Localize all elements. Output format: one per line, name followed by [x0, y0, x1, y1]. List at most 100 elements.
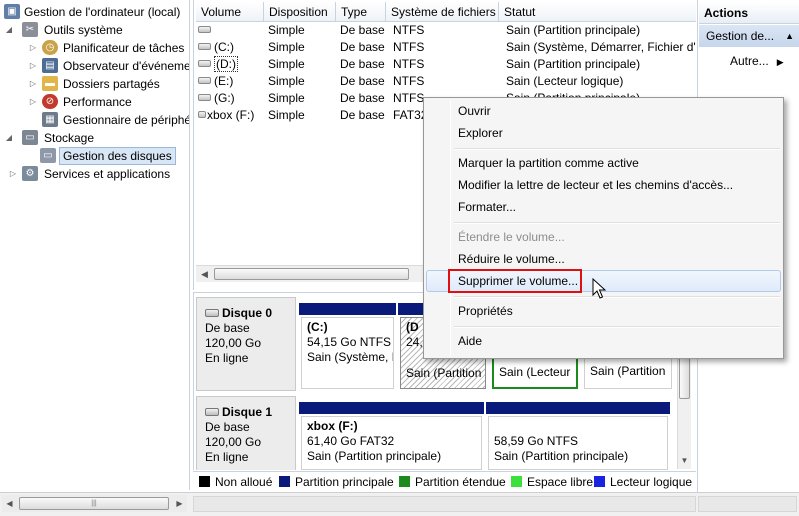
partition-name: xbox (F:)	[307, 419, 358, 433]
cell-status: Sain (Partition principale)	[506, 57, 641, 71]
disk-state: En ligne	[205, 450, 249, 464]
tree-horizontal-scrollbar[interactable]: ◀ ||| ▶	[2, 495, 187, 512]
actions-section-gestion[interactable]: Gestion de... ▲	[699, 25, 799, 47]
status-segment	[193, 496, 696, 512]
column-header-volume[interactable]: Volume	[196, 2, 264, 22]
scroll-thumb[interactable]	[679, 353, 690, 399]
column-header-fs[interactable]: Système de fichiers	[386, 2, 499, 22]
drive-icon	[198, 43, 211, 51]
partition-name: (C:)	[307, 320, 328, 334]
context-menu: Ouvrir Explorer Marquer la partition com…	[423, 97, 784, 359]
cell-disposition: Simple	[268, 40, 305, 54]
menu-item-properties[interactable]: Propriétés	[426, 300, 781, 322]
expand-icon[interactable]: ▷	[28, 39, 38, 57]
actions-section-label: Gestion de...	[706, 29, 775, 43]
partition-status: Sain (Partition principale)	[307, 449, 442, 463]
column-header-type[interactable]: Type	[336, 2, 386, 22]
expand-icon[interactable]: ▷	[28, 93, 38, 111]
menu-separator	[454, 148, 780, 150]
disk-0-label[interactable]: Disque 0 De base 120,00 Go En ligne	[196, 297, 296, 391]
partition-bar	[486, 402, 670, 414]
cell-fs: NTFS	[393, 74, 425, 88]
menu-item-shrink[interactable]: Réduire le volume...	[426, 248, 781, 270]
disk-size: 120,00 Go	[205, 336, 262, 350]
drive-icon	[198, 26, 211, 34]
partition-body: 58,59 Go NTFS Sain (Partition principale…	[488, 416, 668, 470]
tree-label-dossiers: Dossiers partagés	[63, 77, 160, 91]
legend: Non alloué Partition principale Partitio…	[193, 471, 696, 491]
tree-label-outils: Outils système	[44, 23, 123, 37]
cell-disposition: Simple	[268, 23, 305, 37]
scroll-right-icon[interactable]: ▶	[172, 495, 187, 512]
expand-icon[interactable]: ▷	[28, 75, 38, 93]
expand-icon[interactable]: ▷	[28, 57, 38, 75]
collapse-icon[interactable]: ◢	[4, 21, 14, 39]
menu-item-mark-active[interactable]: Marquer la partition comme active	[426, 152, 781, 174]
legend-label: Partition principale	[295, 475, 394, 489]
partition-body: xbox (F:) 61,40 Go FAT32 Sain (Partition…	[301, 416, 482, 470]
disk-name: Disque 1	[222, 405, 273, 419]
table-row[interactable]: Simple De base NTFS Sain (Partition prin…	[194, 22, 696, 39]
partition-bar	[299, 303, 396, 315]
partition-size: 54,15 Go NTFS	[307, 335, 392, 349]
mouse-cursor-icon	[592, 278, 606, 299]
cell-volume: (E:)	[214, 74, 234, 88]
scroll-down-icon[interactable]: ▼	[678, 456, 691, 465]
expand-icon[interactable]: ▷	[8, 165, 18, 183]
menu-item-change-letter[interactable]: Modifier la lettre de lecteur et les che…	[426, 174, 781, 196]
table-row[interactable]: (E:) Simple De base NTFS Sain (Lecteur l…	[194, 73, 696, 90]
legend-item-extended: Partition étendue	[399, 474, 506, 490]
actions-more-label: Autre...	[730, 54, 769, 68]
drive-icon	[198, 60, 211, 68]
cell-fs: NTFS	[393, 23, 425, 37]
menu-item-format[interactable]: Formater...	[426, 196, 781, 218]
tree-label-stockage: Stockage	[44, 131, 95, 145]
disk-1-label[interactable]: Disque 1 De base 120,00 Go En ligne	[196, 396, 296, 470]
column-header-disposition[interactable]: Disposition	[264, 2, 336, 22]
submenu-arrow-icon: ▶	[776, 57, 784, 67]
column-header-status[interactable]: Statut	[499, 2, 696, 22]
table-row[interactable]: (C:) Simple De base NTFS Sain (Système, …	[194, 39, 696, 56]
actions-more[interactable]: Autre... ▶	[730, 52, 784, 70]
partition-ntfs-disk1[interactable]: 58,59 Go NTFS Sain (Partition principale…	[486, 402, 670, 470]
tree-label-gestionnaire: Gestionnaire de périphé	[63, 113, 190, 127]
legend-swatch	[199, 476, 210, 488]
menu-item-explore[interactable]: Explorer	[426, 122, 781, 144]
menu-item-open[interactable]: Ouvrir	[426, 100, 781, 122]
disk-icon	[205, 407, 219, 416]
collapse-icon[interactable]: ◢	[4, 129, 14, 147]
partition-body: (C:) 54,15 Go NTFS Sain (Système, D	[301, 317, 394, 389]
legend-label: Lecteur logique	[610, 475, 693, 489]
status-bar: ◀ ||| ▶	[0, 492, 799, 516]
drive-icon	[198, 111, 206, 119]
disk-state: En ligne	[205, 351, 249, 365]
cell-volume: (C:)	[214, 40, 234, 54]
scroll-left-icon[interactable]: ◀	[196, 266, 213, 283]
menu-item-help[interactable]: Aide	[426, 330, 781, 352]
partition-c[interactable]: (C:) 54,15 Go NTFS Sain (Système, D	[299, 303, 396, 391]
cell-disposition: Simple	[268, 91, 305, 105]
tree-label-root: Gestion de l'ordinateur (local)	[24, 5, 181, 19]
partition-status: Sain (Système, D	[307, 350, 394, 364]
scroll-thumb[interactable]: |||	[19, 497, 169, 510]
cell-fs: NTFS	[393, 40, 425, 54]
legend-label: Non alloué	[215, 475, 273, 489]
menu-item-extend[interactable]: Étendre le volume...	[426, 226, 781, 248]
scroll-thumb[interactable]	[214, 268, 409, 280]
legend-swatch	[511, 476, 522, 488]
cell-status: Sain (Système, Démarrer, Fichier d'é	[506, 40, 696, 54]
cell-type: De base	[340, 57, 385, 71]
cell-volume: xbox (F:)	[207, 108, 255, 122]
drive-icon	[198, 94, 211, 102]
partition-xbox-f[interactable]: xbox (F:) 61,40 Go FAT32 Sain (Partition…	[299, 402, 484, 470]
legend-swatch	[399, 476, 410, 488]
cell-type: De base	[340, 23, 385, 37]
partition-status: Sain (Partition	[590, 364, 666, 378]
scroll-left-icon[interactable]: ◀	[2, 495, 17, 512]
tree-label-performance: Performance	[63, 95, 132, 109]
disk-kind: De base	[205, 420, 250, 434]
collapse-up-icon[interactable]: ▲	[785, 25, 794, 47]
performance-icon: ⊘	[42, 94, 58, 109]
services-icon: ⚙	[22, 166, 38, 181]
table-row[interactable]: (D:) Simple De base NTFS Sain (Partition…	[194, 56, 696, 73]
